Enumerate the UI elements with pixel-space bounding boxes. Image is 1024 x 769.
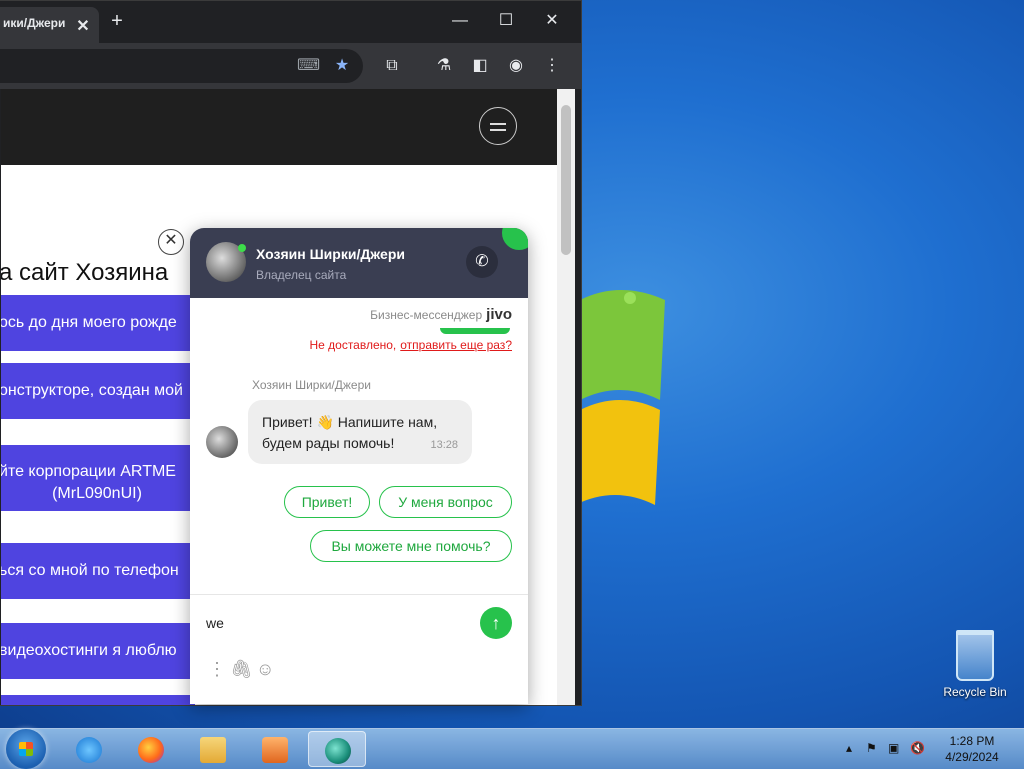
page-button-constructor[interactable]: онструкторе, создан мой (1, 363, 195, 419)
sent-message-bubble (440, 328, 510, 334)
minimize-button[interactable]: — (445, 9, 475, 33)
chat-widget: Хозяин Ширки/Джери Владелец сайта ✆ Бизн… (190, 228, 528, 704)
clock-date: 4/29/2024 (945, 750, 999, 764)
resend-link[interactable]: отправить еще раз? (400, 338, 512, 352)
page-scrollbar[interactable] (557, 89, 575, 705)
more-icon[interactable]: ⋮ (541, 56, 563, 76)
recycle-bin-label: Recycle Bin (943, 685, 1007, 699)
taskbar-explorer[interactable] (184, 731, 242, 767)
quick-reply-hello[interactable]: Привет! (284, 486, 370, 518)
browser-app-icon (325, 738, 351, 764)
page-button-phone[interactable]: ься со мной по телефон (1, 543, 195, 599)
new-tab-button[interactable]: + (107, 11, 127, 31)
incoming-message: Привет! 👋 Напишите нам, будем рады помоч… (248, 400, 472, 464)
browser-toolbar: ⌨ ★ ⧉ ⚗ ◧ ◉ ⋮ (0, 43, 581, 89)
jivo-logo: jivo (486, 306, 512, 323)
volume-muted-icon[interactable]: 🔇 (910, 741, 925, 755)
hamburger-menu-button[interactable] (479, 107, 517, 145)
labs-icon[interactable]: ⚗ (433, 56, 455, 76)
page-button-next[interactable] (1, 695, 195, 705)
browser-tab[interactable]: ики/Джери ✕ (0, 7, 99, 43)
emoji-icon[interactable]: ☺ (256, 659, 274, 680)
tab-title: ики/Джери (3, 16, 66, 30)
firefox-icon (138, 737, 164, 763)
message-input[interactable]: we (206, 615, 224, 631)
agent-name: Хозяин Ширки/Джери (256, 246, 405, 262)
start-button[interactable] (6, 729, 46, 769)
online-indicator (502, 228, 528, 250)
agent-role: Владелец сайта (256, 268, 347, 282)
page-button-label: йте корпорации ARTME (1, 463, 176, 480)
show-hidden-icons[interactable]: ▴ (846, 741, 852, 755)
scroll-thumb[interactable] (561, 105, 571, 255)
tab-strip: ики/Джери ✕ + — ☐ ✕ (0, 1, 581, 43)
quick-reply-question[interactable]: У меня вопрос (379, 486, 512, 518)
page-button-video[interactable]: видеохостинги я люблю (1, 623, 195, 679)
send-arrow-icon[interactable]: ↑ (480, 607, 512, 639)
bookmark-star-icon[interactable]: ★ (331, 56, 353, 76)
taskbar-ie[interactable] (60, 731, 118, 767)
brand-label: Бизнес-мессенджер (370, 308, 483, 322)
message-avatar (206, 426, 238, 458)
taskbar: ▴ ⚑ ▣ 🔇 1:28 PM 4/29/2024 (0, 728, 1024, 769)
address-bar[interactable]: ⌨ ★ (0, 49, 363, 83)
profile-icon[interactable]: ◉ (505, 56, 527, 76)
sidepanel-icon[interactable]: ◧ (469, 56, 491, 76)
internet-explorer-icon (76, 737, 102, 763)
page-button-birthday[interactable]: ось до дня моего рожде (1, 295, 195, 351)
clock-time: 1:28 PM (949, 734, 995, 748)
brand-line: Бизнес-мессенджер jivo (360, 306, 512, 323)
translate-icon[interactable]: ⌨ (297, 56, 320, 76)
close-window-button[interactable]: ✕ (537, 9, 567, 33)
agent-avatar (206, 242, 246, 282)
message-text-line2: будем рады помочь! (262, 435, 395, 451)
message-text-line1: Привет! 👋 Напишите нам, (262, 414, 438, 430)
phone-call-icon[interactable]: ✆ (466, 246, 498, 278)
site-header (1, 89, 557, 165)
action-center-flag-icon[interactable]: ⚑ (866, 741, 877, 755)
folder-icon (200, 737, 226, 763)
tab-close-icon[interactable]: ✕ (73, 17, 93, 37)
message-time: 13:28 (430, 439, 458, 451)
extensions-icon[interactable]: ⧉ (381, 56, 403, 76)
page-button-label: (MrL090nUI) (52, 485, 142, 502)
taskbar-browser[interactable] (308, 731, 366, 767)
page-button-artme[interactable]: йте корпорации ARTME (MrL090nUI) (1, 445, 195, 511)
message-composer: we ↑ ⋮ 🖇 ☺ (190, 594, 528, 704)
attach-paperclip-icon[interactable]: 🖇 (230, 659, 253, 680)
not-delivered-text: Не доставлено, (309, 338, 397, 352)
quick-reply-help[interactable]: Вы можете мне помочь? (310, 530, 512, 562)
network-icon[interactable]: ▣ (888, 741, 899, 755)
media-player-icon (262, 737, 288, 763)
delivery-status: Не доставлено, отправить еще раз? (190, 338, 512, 352)
page-button-label: ься со мной по телефон (1, 562, 179, 579)
recycle-bin[interactable]: Recycle Bin (940, 630, 1010, 699)
page-title: а сайт Хозяина (1, 259, 169, 286)
windows-start-icon (19, 742, 33, 756)
taskbar-firefox[interactable] (122, 731, 180, 767)
maximize-button[interactable]: ☐ (491, 9, 521, 33)
page-button-label: видеохостинги я люблю (1, 642, 177, 659)
close-chat-icon[interactable]: ✕ (158, 229, 184, 255)
taskbar-media-player[interactable] (246, 731, 304, 767)
chat-header: Хозяин Ширки/Джери Владелец сайта ✆ (190, 228, 528, 298)
message-sender: Хозяин Ширки/Джери (252, 378, 371, 392)
page-button-label: онструкторе, создан мой (1, 382, 183, 399)
page-button-label: ось до дня моего рожде (1, 314, 177, 331)
more-options-icon[interactable]: ⋮ (208, 659, 226, 680)
system-clock[interactable]: 1:28 PM 4/29/2024 (930, 733, 1014, 765)
recycle-bin-icon (956, 630, 994, 681)
